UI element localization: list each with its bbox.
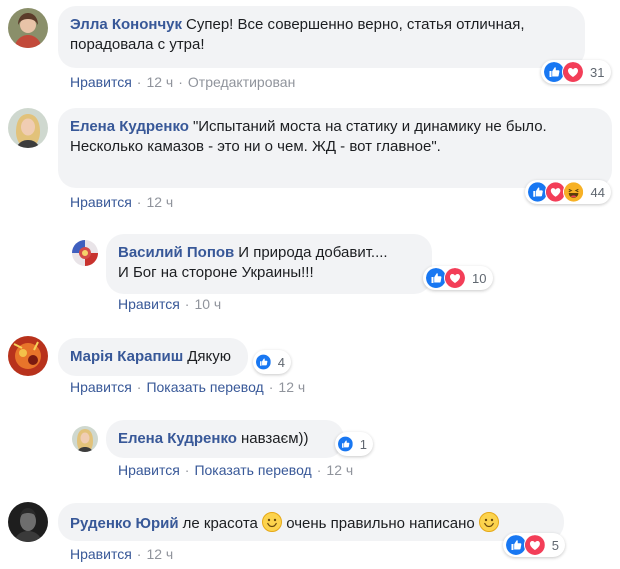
love-icon	[562, 61, 584, 83]
comment-text: И Бог на стороне Украины!!!	[118, 264, 314, 281]
reaction-summary[interactable]: 4	[253, 350, 291, 374]
reaction-summary[interactable]: 44	[525, 180, 611, 204]
comment-bubble: Элла Конончук Супер! Все совершенно верно…	[58, 6, 585, 68]
reaction-count: 10	[472, 270, 487, 286]
smile-emoji-icon	[479, 512, 499, 532]
avatar[interactable]	[8, 336, 48, 376]
comment-actions: Нравится · Показать перевод · 12 ч	[70, 378, 305, 396]
separator-dot: ·	[268, 379, 274, 395]
comment-actions: Нравится · 12 ч · Отредактирован	[70, 73, 295, 91]
smile-emoji-icon	[262, 512, 282, 532]
comment-bubble: Руденко Юрий ле красота очень правильно н…	[58, 503, 564, 541]
avatar[interactable]	[72, 426, 98, 452]
separator-dot: ·	[184, 296, 190, 312]
comment-time[interactable]: 12 ч	[146, 546, 173, 562]
comment-text: И природа добавит....	[238, 244, 388, 261]
comment-text: "Испытаний моста на статику и динамику н…	[192, 118, 547, 135]
comment-bubble: Марія Карапиш Дякую	[58, 338, 248, 376]
reaction-count: 5	[551, 537, 559, 553]
comment-time[interactable]: 12 ч	[146, 74, 173, 90]
comment-author[interactable]: Елена Кудренко	[70, 118, 189, 135]
reaction-count: 1	[359, 436, 367, 452]
avatar[interactable]	[8, 502, 48, 542]
like-button[interactable]: Нравится	[118, 296, 180, 312]
haha-icon	[563, 181, 585, 203]
like-icon	[337, 433, 354, 455]
comment-author[interactable]: Марія Карапиш	[70, 348, 183, 365]
reaction-count: 31	[590, 64, 605, 80]
like-icon	[255, 351, 272, 373]
comment-text: Дякую	[187, 348, 232, 365]
reaction-count: 4	[277, 354, 285, 370]
comment-time[interactable]: 10 ч	[194, 296, 221, 312]
separator-dot: ·	[136, 194, 142, 210]
avatar[interactable]	[8, 8, 48, 48]
separator-dot: ·	[136, 546, 142, 562]
separator-dot: ·	[316, 462, 322, 478]
comment-actions: Нравится · 12 ч	[70, 193, 173, 211]
reaction-summary[interactable]: 10	[423, 266, 493, 290]
edited-label[interactable]: Отредактирован	[188, 74, 295, 90]
like-button[interactable]: Нравится	[70, 379, 132, 395]
comment-author[interactable]: Руденко Юрий	[70, 515, 179, 532]
comment-text: ле красота	[182, 515, 258, 532]
separator-dot: ·	[178, 74, 183, 90]
comment-author[interactable]: Василий Попов	[118, 244, 234, 261]
reaction-summary[interactable]: 31	[541, 60, 611, 84]
comment-actions: Нравится · Показать перевод · 12 ч	[118, 461, 353, 479]
comment-text: очень правильно написано	[286, 515, 475, 532]
reaction-count: 44	[590, 184, 605, 200]
comment-actions: Нравится · 12 ч	[70, 545, 173, 563]
like-button[interactable]: Нравится	[118, 462, 180, 478]
separator-dot: ·	[136, 74, 142, 90]
comment-actions: Нравится · 10 ч	[118, 295, 221, 313]
avatar[interactable]	[72, 240, 98, 266]
comment-time[interactable]: 12 ч	[146, 194, 173, 210]
like-button[interactable]: Нравится	[70, 546, 132, 562]
comment-bubble: Елена Кудренко навзаєм))	[106, 420, 344, 458]
love-icon	[444, 267, 466, 289]
comment-time[interactable]: 12 ч	[278, 379, 305, 395]
comment-author[interactable]: Елена Кудренко	[118, 430, 237, 447]
reaction-summary[interactable]: 1	[335, 432, 373, 456]
comment-time[interactable]: 12 ч	[326, 462, 353, 478]
like-button[interactable]: Нравится	[70, 74, 132, 90]
comment-bubble: Василий Попов И природа добавит.... И Бог…	[106, 234, 432, 294]
like-button[interactable]: Нравится	[70, 194, 132, 210]
avatar[interactable]	[8, 108, 48, 148]
separator-dot: ·	[184, 462, 190, 478]
translate-button[interactable]: Показать перевод	[146, 379, 263, 395]
reaction-summary[interactable]: 5	[503, 533, 565, 557]
translate-button[interactable]: Показать перевод	[194, 462, 311, 478]
separator-dot: ·	[136, 379, 142, 395]
comment-text: Несколько камазов - это ни о чем. ЖД - в…	[70, 138, 441, 155]
comment-bubble: Елена Кудренко "Испытаний моста на статик…	[58, 108, 612, 188]
comment-author[interactable]: Элла Конончук	[70, 16, 182, 33]
comment-text: навзаєм))	[240, 430, 309, 447]
love-icon	[523, 534, 546, 556]
